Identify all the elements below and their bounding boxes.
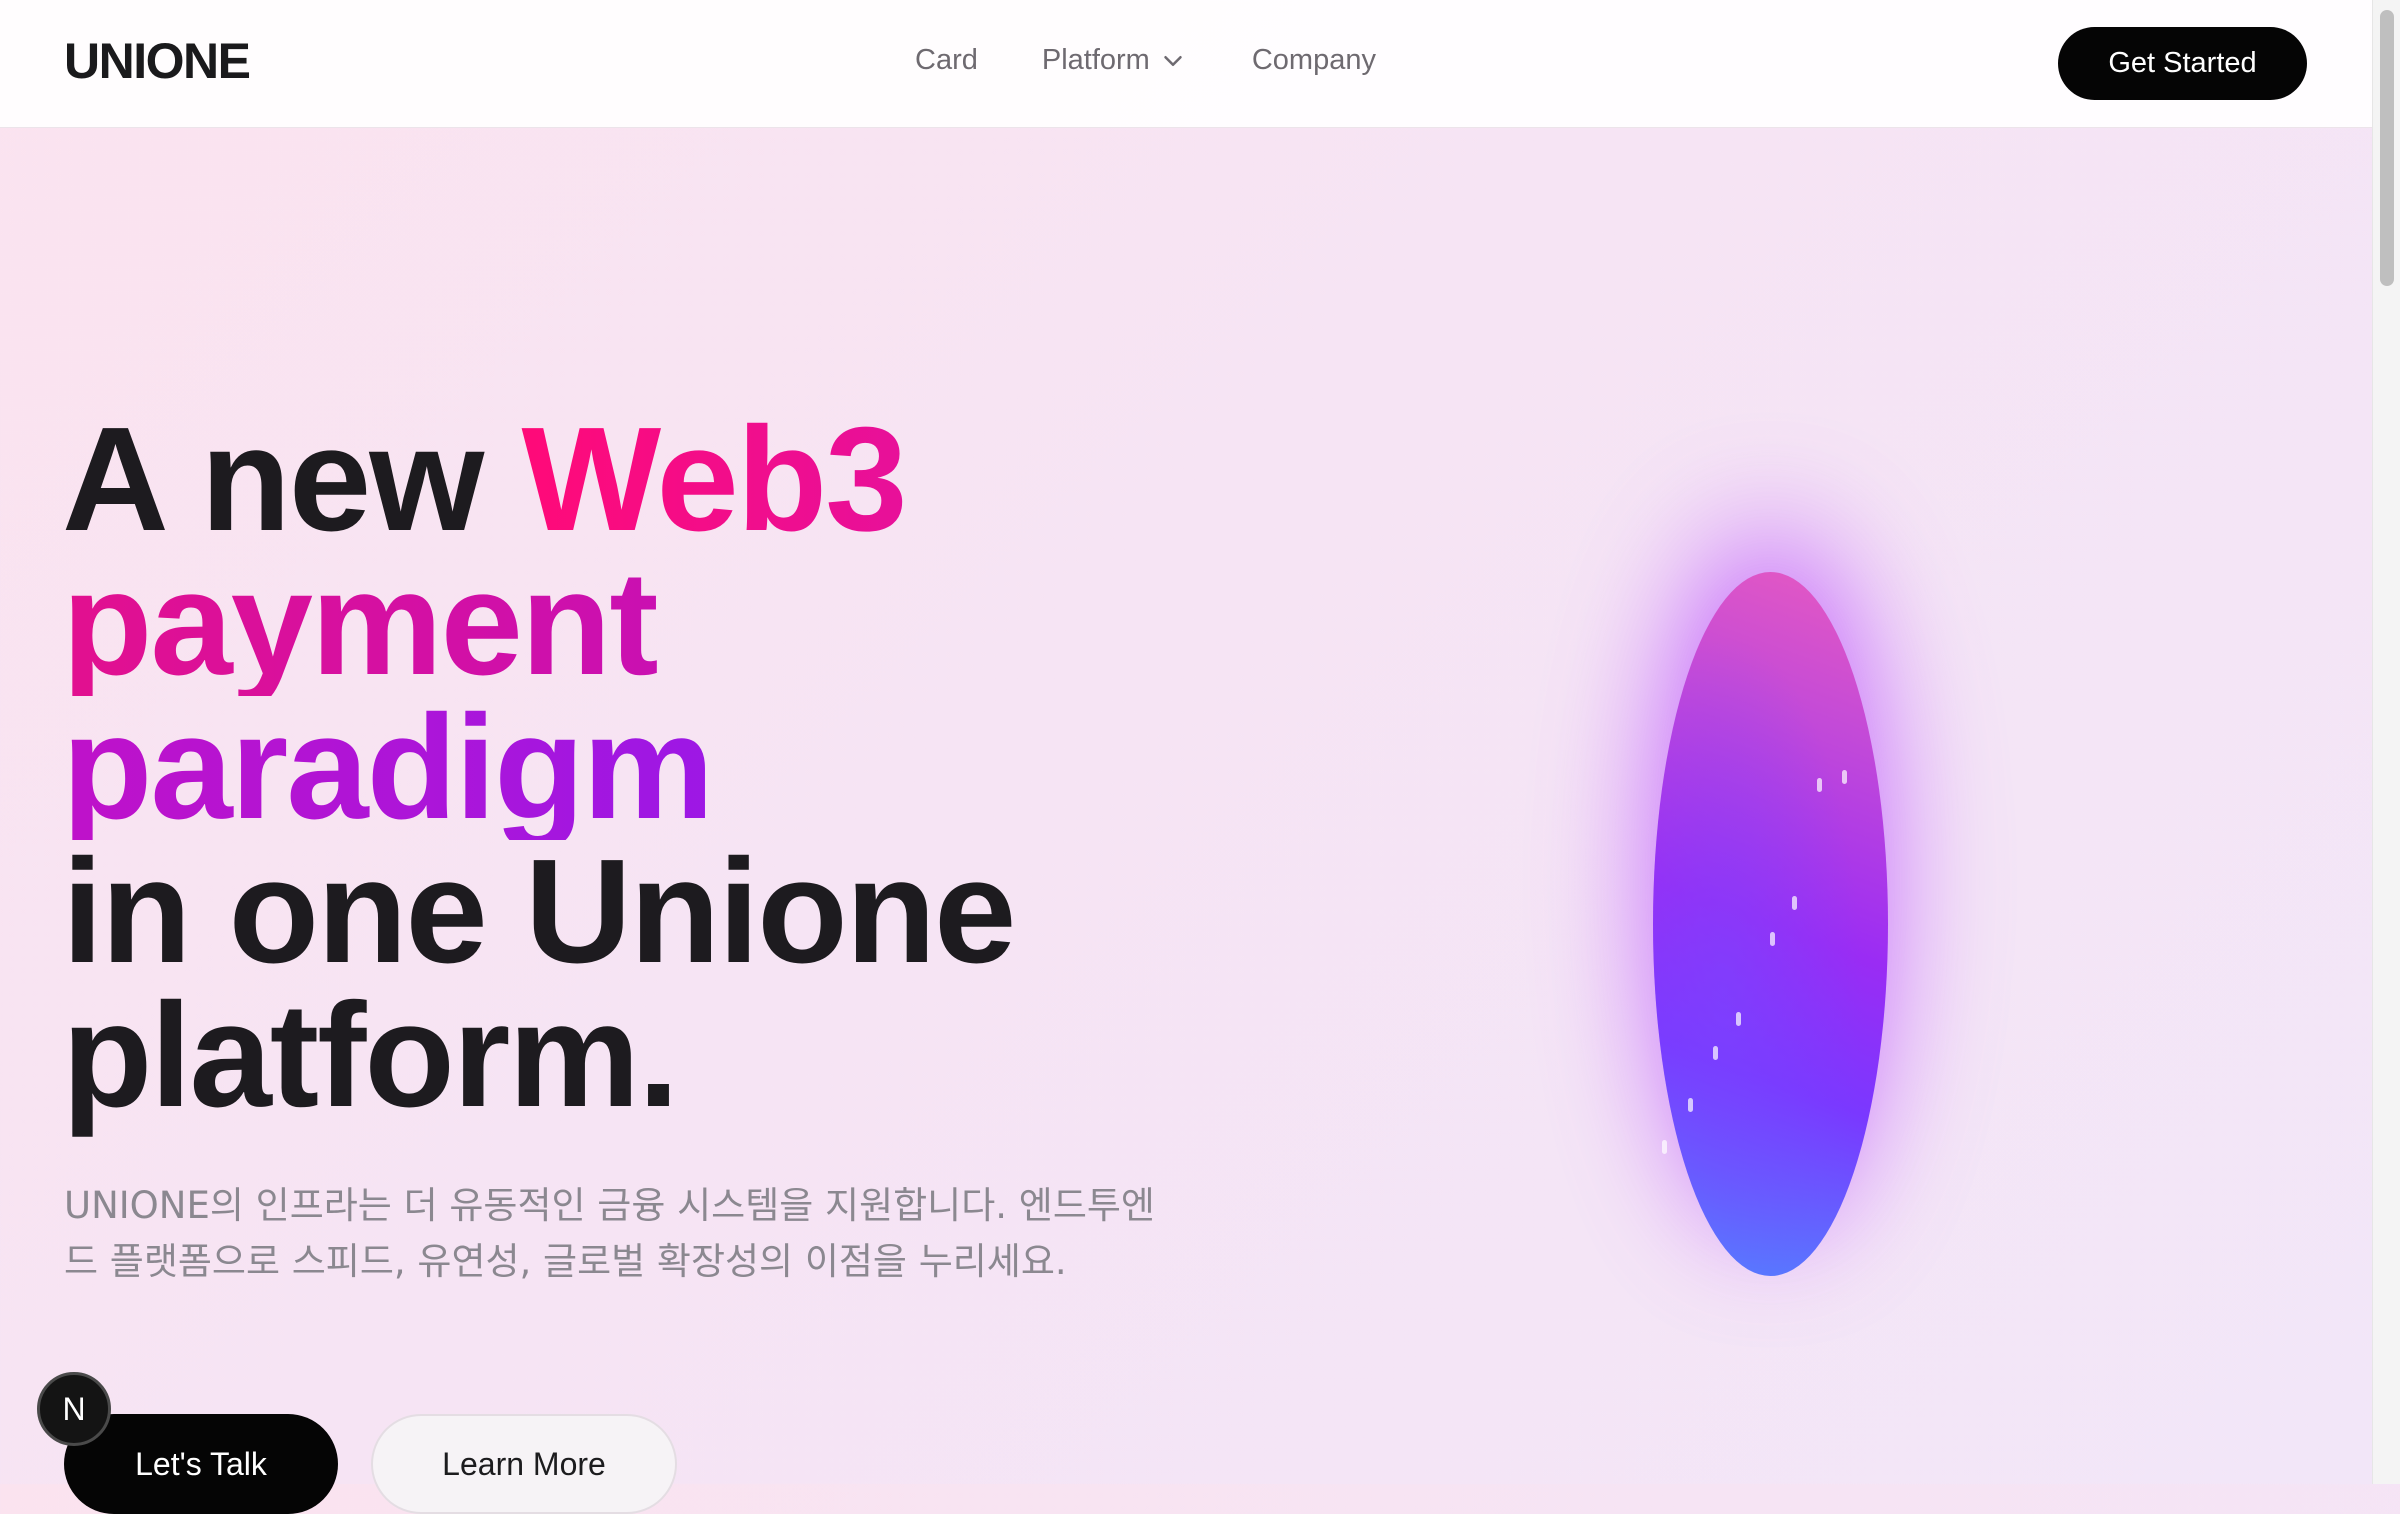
orb-sparkle [1792, 896, 1797, 910]
hero-title-line-1: A new Web3 [62, 406, 1014, 554]
nav-link-company[interactable]: Company [1252, 44, 1376, 77]
nav-link-platform-label: Platform [1041, 44, 1150, 76]
n-badge-icon[interactable]: N [37, 1372, 111, 1446]
orb-inner-shade [1653, 572, 1888, 1276]
hero-title: A new Web3 payment paradigm in one Union… [62, 406, 1016, 1138]
top-nav: UNIONE Card Platform Company Get Started [0, 0, 2372, 128]
orb-sparkle [1688, 1098, 1693, 1112]
hero-title-plain: A new [62, 397, 522, 562]
hero-subtitle: UNIONE의 인프라는 더 유동적인 금융 시스템을 지원합니다. 엔드투엔드… [64, 1184, 1155, 1283]
chevron-down-icon [1164, 55, 1182, 66]
orb-sparkle [1842, 770, 1847, 784]
get-started-button[interactable]: Get Started [2058, 27, 2307, 100]
hero-title-web3: Web3 [521, 397, 907, 562]
hero-orb-illustration [1560, 420, 1980, 1420]
nav-link-platform[interactable]: Platform [1042, 44, 1188, 77]
orb-sparkle [1713, 1046, 1718, 1060]
orb-sparkle [1817, 778, 1822, 792]
logo[interactable]: UNIONE [64, 32, 251, 90]
nav-links: Card Platform Company [915, 44, 1376, 77]
hero-title-paradigm: paradigm [62, 694, 1014, 842]
page-scrollbar[interactable] [2372, 0, 2400, 1484]
hero-title-payment: payment [62, 550, 1014, 698]
hero-title-line-5: platform. [62, 973, 679, 1138]
learn-more-button[interactable]: Learn More [371, 1414, 677, 1514]
orb-sparkle [1770, 932, 1775, 946]
hero-title-line-4: in one Unione [62, 829, 1016, 994]
scrollbar-thumb[interactable] [2380, 10, 2394, 286]
orb [1653, 572, 1888, 1276]
orb-sparkle [1736, 1012, 1741, 1026]
nav-link-card[interactable]: Card [915, 44, 978, 77]
orb-sparkle [1662, 1140, 1667, 1154]
